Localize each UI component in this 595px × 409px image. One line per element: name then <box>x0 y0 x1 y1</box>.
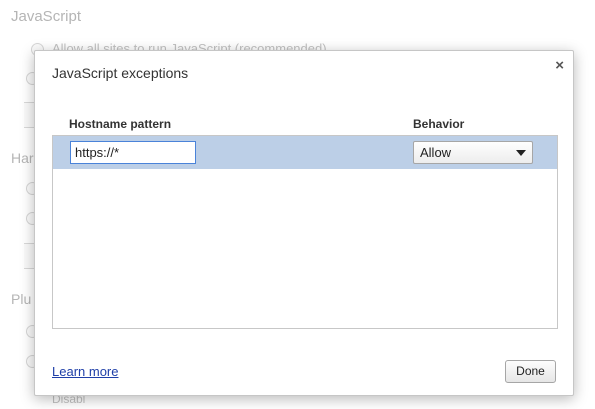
section-heading-plugins: Plu <box>11 291 32 307</box>
learn-more-link[interactable]: Learn more <box>52 364 118 379</box>
column-header-behavior: Behavior <box>413 117 465 131</box>
done-button[interactable]: Done <box>505 360 556 383</box>
chevron-down-icon <box>516 150 526 156</box>
section-heading-javascript: JavaScript <box>11 8 82 25</box>
hostname-pattern-input[interactable] <box>70 141 196 164</box>
exception-row[interactable]: Allow <box>53 136 557 169</box>
column-header-hostname: Hostname pattern <box>69 117 172 131</box>
behavior-select[interactable]: Allow <box>413 141 533 164</box>
dialog-title: JavaScript exceptions <box>52 65 189 81</box>
section-heading-handlers: Har <box>11 150 34 166</box>
exceptions-list: Allow <box>52 135 558 329</box>
behavior-select-value: Allow <box>420 145 452 160</box>
close-icon[interactable]: × <box>555 58 564 74</box>
javascript-exceptions-dialog: JavaScript exceptions × Hostname pattern… <box>34 50 574 396</box>
